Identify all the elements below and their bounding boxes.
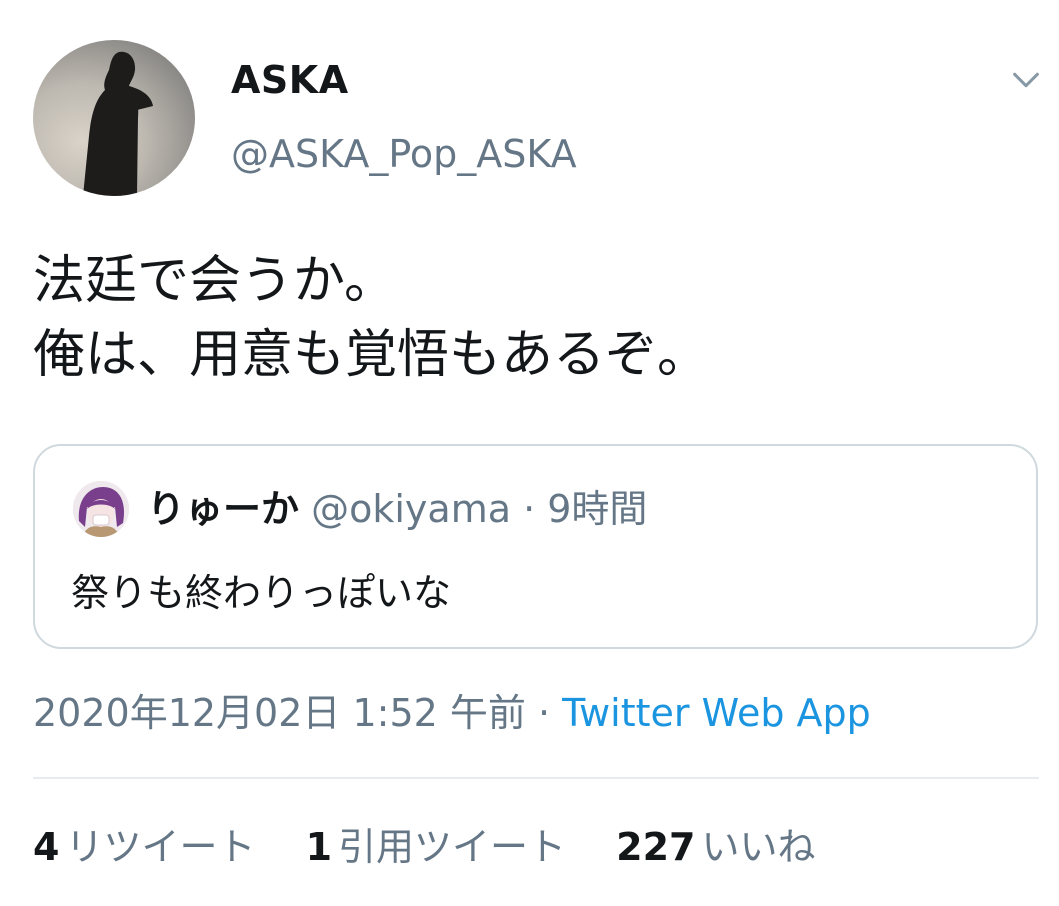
divider — [33, 777, 1039, 779]
tweet-source-link[interactable]: Twitter Web App — [562, 691, 871, 735]
quoted-text: 祭りも終わりっぽいな — [71, 571, 452, 615]
likes-count: 227 — [616, 825, 696, 869]
quoted-author-avatar[interactable] — [73, 481, 129, 537]
tweet-datetime[interactable]: 2020年12月02日 1:52 午前 — [33, 691, 526, 735]
retweets-count: 4 — [33, 825, 60, 869]
retweets-label: リツイート — [65, 825, 256, 869]
author-handle[interactable]: @ASKA_Pop_ASKA — [231, 132, 577, 176]
author-avatar[interactable] — [33, 40, 195, 196]
tweet-meta: 2020年12月02日 1:52 午前 · Twitter Web App — [33, 690, 871, 736]
tweet-stats: 4 リツイート 1 引用ツイート 227 いいね — [33, 824, 853, 870]
tweet: ASKA @ASKA_Pop_ASKA 法廷で会うか。 俺は、用意も覚悟もあるぞ… — [0, 0, 1059, 906]
quoted-separator: · — [511, 487, 548, 531]
anime-avatar-image — [73, 481, 129, 537]
tweet-text: 法廷で会うか。 俺は、用意も覚悟もあるぞ。 — [33, 251, 710, 385]
likes-label: いいね — [701, 825, 816, 869]
chevron-down-icon — [1013, 72, 1039, 88]
quotes-label: 引用ツイート — [338, 825, 567, 869]
more-options-button[interactable] — [1006, 60, 1046, 100]
author-display-name[interactable]: ASKA — [231, 58, 349, 102]
retweets-stat[interactable]: 4 リツイート — [33, 824, 255, 870]
quoted-handle[interactable]: @okiyama — [311, 487, 511, 531]
silhouette-image — [83, 51, 153, 196]
quoted-time[interactable]: 9時間 — [547, 487, 647, 531]
quoted-tweet[interactable]: りゅーか @okiyama · 9時間 祭りも終わりっぽいな — [33, 444, 1038, 649]
quoted-display-name[interactable]: りゅーか — [147, 487, 299, 531]
quotes-count: 1 — [305, 825, 333, 869]
likes-stat[interactable]: 227 いいね — [616, 824, 815, 870]
quotes-stat[interactable]: 1 引用ツイート — [306, 824, 566, 870]
quoted-header: りゅーか @okiyama · 9時間 — [147, 486, 647, 532]
meta-separator: · — [525, 691, 563, 735]
